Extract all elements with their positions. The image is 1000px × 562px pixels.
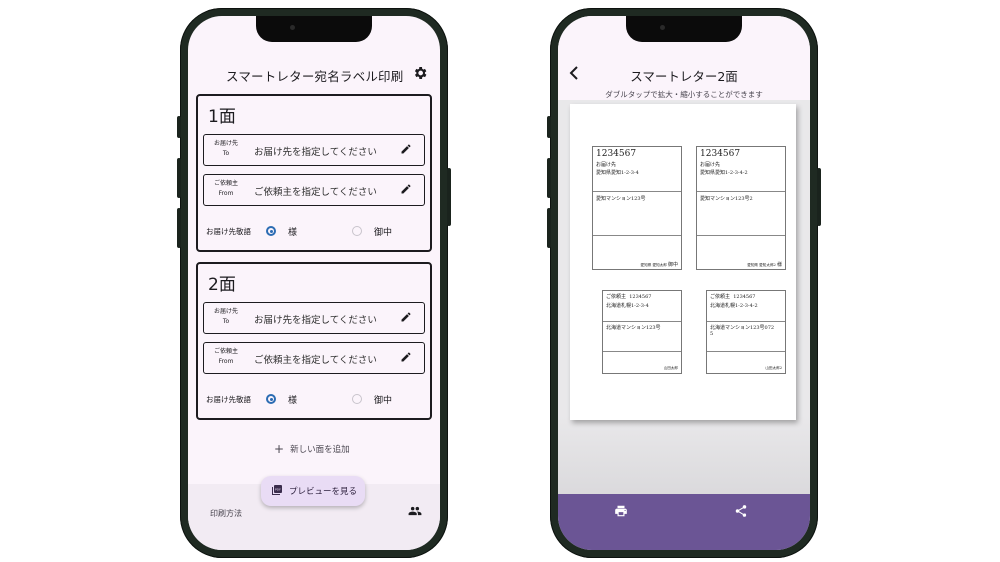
plus-icon: + [274, 442, 285, 456]
address: 愛知県愛知1-2-3-4 [596, 170, 639, 176]
sender-label: ご依頼主 From [213, 348, 238, 365]
label-editor-screen: スマートレター宛名ラベル印刷 1面 お届け先 To お届け先を指定してください ご… [188, 16, 440, 550]
sender-name: 愛知県 愛知太郎 御中 [640, 262, 678, 268]
add-face-label: 新しい面を追加 [290, 445, 350, 455]
honorific-label: お届け先敬語 [206, 395, 251, 404]
face-title: 1面 [208, 107, 236, 127]
recipient-label: お届け先 To [213, 308, 238, 325]
add-face-button[interactable]: + 新しい面を追加 [274, 442, 350, 456]
sender-field[interactable]: ご依頼主 From ご依頼主を指定してください [203, 342, 425, 374]
volume-down-button [177, 208, 181, 248]
option-onchu: 御中 [374, 228, 393, 238]
recipient-field[interactable]: お届け先 To お届け先を指定してください [203, 302, 425, 334]
phone-frame-right: スマートレター2面 ダブルタップで拡大・縮小することができます 1234567 … [547, 8, 821, 558]
print-icon[interactable] [614, 504, 628, 518]
option-onchu: 御中 [374, 396, 393, 406]
people-icon[interactable] [408, 504, 422, 518]
power-button [817, 168, 821, 226]
sender-name: 愛知県 愛知太郎2 様 [747, 262, 782, 268]
option-sama: 様 [288, 228, 298, 238]
building: 北海道マンション123号072 [710, 325, 775, 331]
mute-switch [547, 116, 551, 138]
app-title: スマートレター宛名ラベル印刷 [226, 69, 404, 84]
share-icon[interactable] [734, 504, 748, 518]
face-title: 2面 [208, 275, 236, 295]
phone-frame-left: スマートレター宛名ラベル印刷 1面 お届け先 To お届け先を指定してください ご… [177, 8, 451, 558]
sender-label: ご依頼主 From [213, 180, 238, 197]
building-continued: 5 [710, 331, 714, 337]
edit-icon[interactable] [400, 183, 412, 195]
preview-label: プレビューを見る [289, 487, 358, 497]
mute-switch [177, 116, 181, 138]
face-card-1: 1面 お届け先 To お届け先を指定してください ご依頼主 From ご依頼主を指定… [196, 94, 432, 252]
pdf-icon: PDF [272, 485, 282, 495]
volume-down-button [547, 208, 551, 248]
building: 愛知マンション123号 [596, 196, 646, 202]
zoom-hint: ダブルタップで拡大・縮小することができます [605, 90, 763, 99]
zip: 1234567 [596, 149, 637, 159]
label-recipient-2: 1234567 お届け先 愛知県愛知1-2-3-4-2 愛知マンション123号2… [696, 146, 786, 270]
sender-field[interactable]: ご依頼主 From ご依頼主を指定してください [203, 174, 425, 206]
preview-button[interactable]: PDF プレビューを見る [261, 476, 365, 506]
address: 北海道札幌1-2-3-4-2 [710, 303, 758, 309]
volume-up-button [177, 158, 181, 198]
option-sama: 様 [288, 396, 298, 406]
gear-icon[interactable] [412, 65, 428, 81]
sender-name: 山田太郎2 [765, 366, 782, 370]
radio-sama[interactable] [266, 226, 276, 236]
building: 愛知マンション123号2 [700, 196, 753, 202]
edit-icon[interactable] [400, 351, 412, 363]
radio-sama[interactable] [266, 394, 276, 404]
label-heading: お届け先 [596, 162, 617, 168]
preview-paper[interactable]: 1234567 お届け先 愛知県愛知1-2-3-4 愛知マンション123号 愛知… [570, 104, 796, 420]
address: 北海道札幌1-2-3-4 [606, 303, 649, 309]
notch [626, 16, 742, 42]
zip: 1234567 [700, 149, 741, 159]
edit-icon[interactable] [400, 143, 412, 155]
label-heading: お届け先 [700, 162, 721, 168]
notch [256, 16, 372, 42]
edit-icon[interactable] [400, 311, 412, 323]
building: 北海道マンション123号 [606, 325, 661, 331]
preview-bottom-bar [558, 494, 810, 550]
label-sender-2: ご依頼主 1234567 北海道札幌1-2-3-4-2 北海道マンション123号… [706, 290, 786, 374]
label-sender-1: ご依頼主 1234567 北海道札幌1-2-3-4 北海道マンション123号 山… [602, 290, 682, 374]
label-recipient-1: 1234567 お届け先 愛知県愛知1-2-3-4 愛知マンション123号 愛知… [592, 146, 682, 270]
zip-line: ご依頼主 1234567 [606, 294, 652, 300]
radio-onchu[interactable] [352, 226, 362, 236]
zip-line: ご依頼主 1234567 [710, 294, 756, 300]
recipient-label: お届け先 To [213, 140, 238, 157]
recipient-placeholder: お届け先を指定してください [254, 147, 377, 158]
sender-placeholder: ご依頼主を指定してください [254, 187, 377, 198]
recipient-placeholder: お届け先を指定してください [254, 315, 377, 326]
face-card-2: 2面 お届け先 To お届け先を指定してください ご依頼主 From ご依頼主を指定… [196, 262, 432, 420]
honorific-label: お届け先敬語 [206, 227, 251, 236]
preview-title: スマートレター2面 [630, 69, 738, 84]
preview-screen: スマートレター2面 ダブルタップで拡大・縮小することができます 1234567 … [558, 16, 810, 550]
nav-howto[interactable]: 印刷方法 [210, 508, 242, 519]
address: 愛知県愛知1-2-3-4-2 [700, 170, 748, 176]
sender-name: 山田太郎 [663, 366, 678, 370]
sender-placeholder: ご依頼主を指定してください [254, 355, 377, 366]
volume-up-button [547, 158, 551, 198]
recipient-field[interactable]: お届け先 To お届け先を指定してください [203, 134, 425, 166]
svg-text:PDF: PDF [275, 488, 281, 492]
radio-onchu[interactable] [352, 394, 362, 404]
power-button [447, 168, 451, 226]
